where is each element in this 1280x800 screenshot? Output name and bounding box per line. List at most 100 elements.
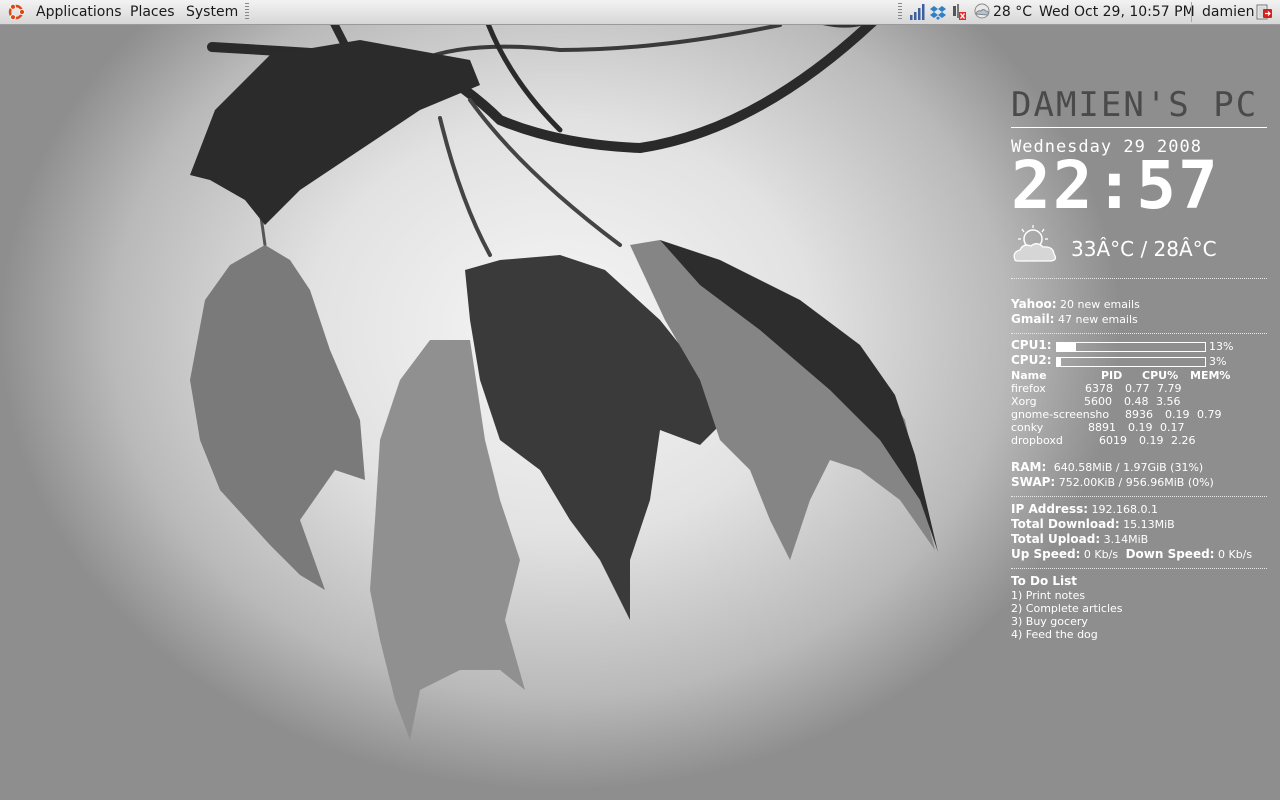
process-row: conky 8891 0.19 0.17 (1011, 421, 1267, 434)
email-count: 47 new emails (1057, 313, 1138, 326)
email-gmail: Gmail: 47 new emails (1011, 312, 1267, 327)
todo-item: 2) Complete articles (1011, 602, 1123, 615)
panel-user-switcher[interactable]: damien (1202, 3, 1254, 21)
down-speed-label: Down Speed: (1125, 547, 1215, 561)
desktop-wallpaper (190, 25, 938, 740)
down-speed-value: 0 Kb/s (1217, 548, 1253, 561)
menu-places[interactable]: Places (130, 3, 175, 21)
proc-name: conky (1011, 421, 1044, 434)
divider (1011, 278, 1267, 279)
proc-cpu: 0.19 (1139, 434, 1164, 447)
process-table-header: Name PID CPU% MEM% (1011, 369, 1267, 382)
speed-row: Up Speed: 0 Kb/s Down Speed: 0 Kb/s (1011, 547, 1267, 562)
proc-cpu: 0.48 (1124, 395, 1149, 408)
total-upload-label: Total Upload: (1011, 532, 1101, 546)
col-mem: MEM% (1190, 369, 1231, 382)
ip-label: IP Address: (1011, 502, 1089, 516)
process-row: firefox 6378 0.77 7.79 (1011, 382, 1267, 395)
cpu2-usage-fill (1057, 358, 1062, 366)
panel-handle[interactable] (898, 3, 902, 21)
process-row: gnome-screensho 8936 0.19 0.79 (1011, 408, 1267, 421)
weather-cloud-icon[interactable] (973, 3, 991, 21)
cpu-percent: 13% (1209, 340, 1234, 353)
cpu2-row: CPU2: 3% (1011, 354, 1267, 369)
process-row: dropboxd 6019 0.19 2.26 (1011, 434, 1267, 447)
partly-cloudy-icon (1013, 225, 1057, 262)
total-download-row: Total Download: 15.13MiB (1011, 517, 1267, 532)
memory-section: RAM: 640.58MiB / 1.97GiB (31%) SWAP: 752… (1011, 460, 1267, 490)
proc-name: Xorg (1011, 395, 1037, 408)
swap-label: SWAP: (1011, 475, 1056, 489)
proc-name: dropboxd (1011, 434, 1063, 447)
swap-value: 752.00KiB / 956.96MiB (0%) (1058, 476, 1214, 489)
cpu-label: CPU2: (1011, 353, 1052, 367)
proc-mem: 7.79 (1157, 382, 1182, 395)
proc-mem: 3.56 (1156, 395, 1181, 408)
todo-item: 1) Print notes (1011, 589, 1086, 602)
todo-title: To Do List (1011, 574, 1078, 588)
panel-handle[interactable] (245, 3, 249, 21)
col-cpu: CPU% (1142, 369, 1179, 382)
cpu-label: CPU1: (1011, 338, 1052, 352)
ubuntu-logo-icon[interactable] (6, 2, 26, 22)
network-section: IP Address: 192.168.0.1 Total Download: … (1011, 502, 1267, 562)
email-label: Gmail: (1011, 312, 1055, 326)
proc-name: firefox (1011, 382, 1046, 395)
email-label: Yahoo: (1011, 297, 1057, 311)
email-count: 20 new emails (1060, 298, 1140, 311)
panel-weather-temp[interactable]: 28 °C (993, 3, 1032, 21)
top-panel: Applications Places System 28 °C Wed Oct… (0, 0, 1280, 25)
proc-pid: 5600 (1084, 395, 1112, 408)
panel-clock[interactable]: Wed Oct 29, 10:57 PM (1039, 3, 1195, 21)
proc-name: gnome-screensho (1011, 408, 1110, 421)
conky-title: DAMIEN'S PC (1011, 85, 1259, 125)
cpu1-row: CPU1: 13% (1011, 339, 1267, 354)
total-download-label: Total Download: (1011, 517, 1120, 531)
divider (1011, 127, 1267, 128)
col-name: Name (1011, 369, 1047, 382)
divider (1011, 496, 1267, 497)
conky-clock: 22:57 (1011, 147, 1220, 224)
total-download-value: 15.13MiB (1123, 518, 1175, 531)
proc-pid: 8891 (1088, 421, 1116, 434)
shutdown-icon[interactable] (1256, 3, 1273, 21)
weather-block: 33Â°C / 28Â°C (1011, 224, 1267, 268)
ram-row: RAM: 640.58MiB / 1.97GiB (31%) (1011, 460, 1267, 475)
proc-mem: 0.17 (1160, 421, 1185, 434)
cpu-percent: 3% (1209, 355, 1227, 368)
ram-label: RAM: (1011, 460, 1047, 474)
proc-mem: 0.79 (1197, 408, 1222, 421)
divider (1011, 568, 1267, 569)
todo-section: To Do List 1) Print notes 2) Complete ar… (1011, 574, 1267, 641)
conky-system-monitor: DAMIEN'S PC Wednesday 29 2008 22:57 33Â°… (1011, 85, 1267, 641)
cpu2-usage-bar (1056, 357, 1206, 367)
proc-cpu: 0.77 (1125, 382, 1150, 395)
proc-cpu: 0.19 (1165, 408, 1190, 421)
menu-system[interactable]: System (186, 3, 238, 21)
proc-mem: 2.26 (1171, 434, 1196, 447)
todo-item: 3) Buy gocery (1011, 615, 1088, 628)
todo-item: 4) Feed the dog (1011, 628, 1098, 641)
network-signal-icon[interactable] (909, 3, 925, 21)
total-upload-value: 3.14MiB (1103, 533, 1149, 546)
up-speed-label: Up Speed: (1011, 547, 1081, 561)
dropbox-icon[interactable] (930, 3, 946, 21)
process-row: Xorg 5600 0.48 3.56 (1011, 395, 1267, 408)
cpu1-usage-bar (1056, 342, 1206, 352)
menu-applications[interactable]: Applications (36, 3, 122, 21)
proc-pid: 6019 (1099, 434, 1127, 447)
proc-pid: 6378 (1085, 382, 1113, 395)
cpu1-usage-fill (1057, 343, 1077, 351)
proc-cpu: 0.19 (1128, 421, 1153, 434)
col-pid: PID (1101, 369, 1123, 382)
email-section: Yahoo: 20 new emails Gmail: 47 new email… (1011, 297, 1267, 327)
cpu-section: CPU1: 13% CPU2: 3% Name PID CPU% MEM% fi… (1011, 339, 1267, 448)
volume-muted-icon[interactable] (950, 3, 966, 21)
email-yahoo: Yahoo: 20 new emails (1011, 297, 1267, 312)
leaves (190, 40, 938, 740)
total-upload-row: Total Upload: 3.14MiB (1011, 532, 1267, 547)
divider (1011, 333, 1267, 334)
proc-pid: 8936 (1125, 408, 1153, 421)
ram-value: 640.58MiB / 1.97GiB (31%) (1053, 461, 1204, 474)
ip-value: 192.168.0.1 (1091, 503, 1159, 516)
